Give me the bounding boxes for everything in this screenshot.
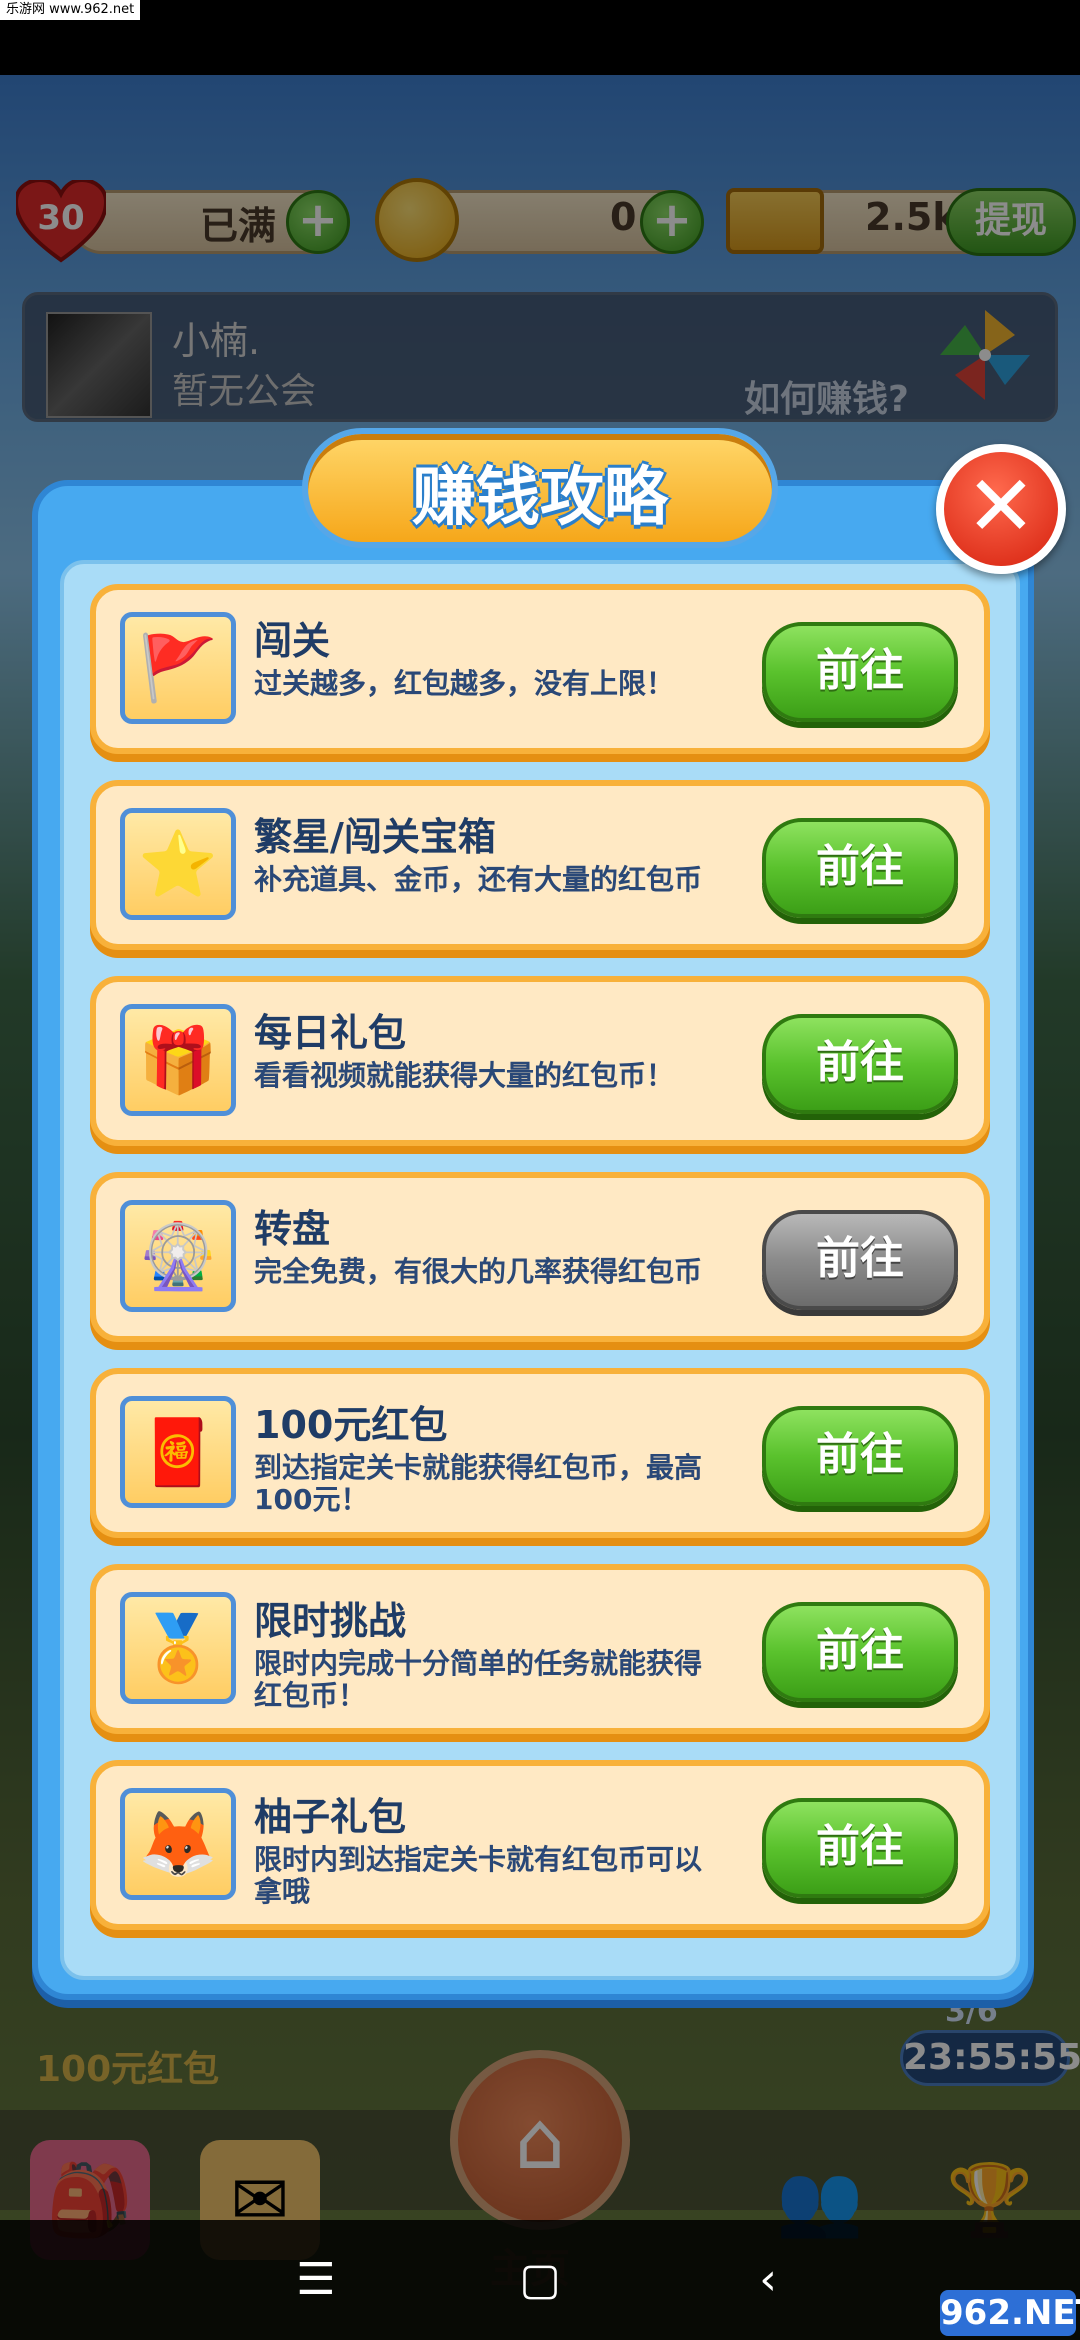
go-button[interactable]: 前往 xyxy=(762,818,958,918)
task-description: 看看视频就能获得大量的红包币！ xyxy=(254,1059,675,1092)
go-button[interactable]: 前往 xyxy=(762,1406,958,1506)
task-card: 🧧 100元红包 到达指定关卡就能获得红包币，最高100元！ 前往 xyxy=(90,1368,990,1538)
task-description: 限时内完成十分简单的任务就能获得红包币！ xyxy=(254,1647,703,1712)
red-envelope-icon: 🧧 xyxy=(120,1396,236,1508)
task-title: 柚子礼包 xyxy=(254,1795,407,1839)
system-back-button[interactable]: ‹ xyxy=(728,2250,808,2310)
task-description: 补充道具、金币，还有大量的红包币 xyxy=(254,863,703,896)
go-button[interactable]: 前往 xyxy=(762,1014,958,1114)
task-description: 到达指定关卡就能获得红包币，最高100元！ xyxy=(254,1451,703,1516)
medal-icon: 🏅 xyxy=(120,1592,236,1704)
task-card: 🎡 转盘完全免费，有很大的几率获得红包币 前往 xyxy=(90,1172,990,1342)
task-card: 🦊 柚子礼包 限时内到达指定关卡就有红包币可以拿哦 前往 xyxy=(90,1760,990,1930)
flag-icon: 🚩 xyxy=(120,612,236,724)
task-title: 转盘 xyxy=(254,1207,331,1251)
task-title: 限时挑战 xyxy=(254,1599,407,1643)
recent-apps-button[interactable]: ☰ xyxy=(276,2250,356,2310)
status-bar xyxy=(0,0,1080,75)
watermark-bottom: 962.NET xyxy=(940,2290,1080,2336)
watermark-top: 乐游网 www.962.net xyxy=(0,0,141,20)
fox-icon: 🦊 xyxy=(120,1788,236,1900)
task-title: 繁星/闯关宝箱 xyxy=(254,815,496,859)
modal-title: 赚钱攻略 xyxy=(412,461,668,535)
task-description: 完全免费，有很大的几率获得红包币 xyxy=(254,1255,703,1288)
task-card: ⭐ 繁星/闯关宝箱补充道具、金币，还有大量的红包币 前往 xyxy=(90,780,990,950)
go-button[interactable]: 前往 xyxy=(762,1210,958,1310)
go-button[interactable]: 前往 xyxy=(762,1602,958,1702)
gift-icon: 🎁 xyxy=(120,1004,236,1116)
star-icon: ⭐ xyxy=(120,808,236,920)
go-button[interactable]: 前往 xyxy=(762,1798,958,1898)
task-card: 🚩 闯关过关越多，红包越多，没有上限！ 前往 xyxy=(90,584,990,754)
task-title: 100元红包 xyxy=(254,1403,448,1447)
task-description: 限时内到达指定关卡就有红包币可以拿哦 xyxy=(254,1843,703,1908)
system-home-button[interactable]: ▢ xyxy=(500,2250,580,2310)
task-title: 每日礼包 xyxy=(254,1011,407,1055)
task-card: 🎁 每日礼包看看视频就能获得大量的红包币！ 前往 xyxy=(90,976,990,1146)
task-description: 过关越多，红包越多，没有上限！ xyxy=(254,667,675,700)
task-card: 🏅 限时挑战 限时内完成十分简单的任务就能获得红包币！ 前往 xyxy=(90,1564,990,1734)
wheel-icon: 🎡 xyxy=(120,1200,236,1312)
go-button[interactable]: 前往 xyxy=(762,622,958,722)
task-title: 闯关 xyxy=(254,619,331,663)
close-button[interactable]: ✕ xyxy=(936,444,1066,574)
